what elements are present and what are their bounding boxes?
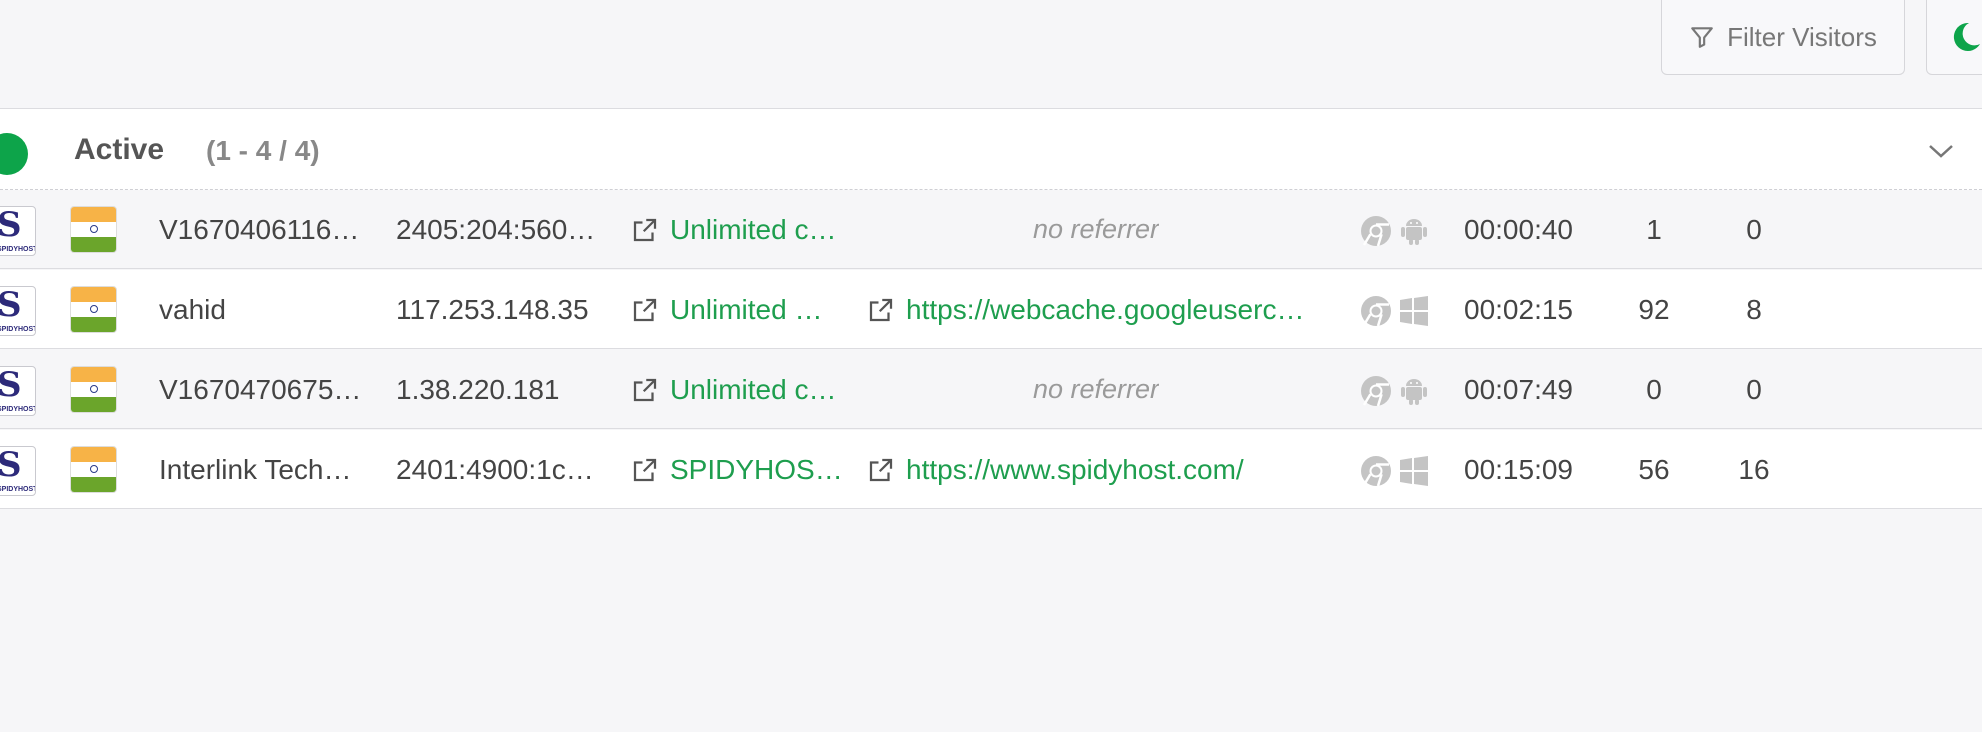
external-link-icon: [633, 298, 657, 321]
action-count: 16: [1738, 453, 1770, 485]
visit-duration: 00:00:40: [1464, 213, 1573, 245]
android-icon: [1401, 219, 1427, 245]
visitor-name: V1670470675…: [159, 373, 362, 405]
visitor-ip: 2401:4900:1c…: [396, 453, 594, 485]
chrome-icon: [1361, 376, 1391, 407]
visitors-page: Filter Visitors Active (1 - 4 / 4) SSPID…: [0, 0, 1982, 732]
site-logo: SSPIDYHOST: [0, 446, 36, 496]
windows-icon: [1400, 296, 1428, 326]
referrer[interactable]: https://www.spidyhost.com/: [866, 430, 1326, 509]
site-logo: SSPIDYHOST: [0, 286, 36, 336]
visit-count: 0: [1646, 373, 1662, 405]
group-title: Active: [74, 133, 165, 166]
visitor-row[interactable]: SSPIDYHOST V1670470675… 1.38.220.181 Unl…: [0, 350, 1982, 429]
visited-site-link[interactable]: Unlimited …: [630, 270, 850, 349]
action-count: 0: [1746, 213, 1762, 245]
visit-count: 92: [1638, 293, 1670, 325]
external-link-icon: [869, 458, 893, 481]
india-flag-icon: [70, 446, 117, 493]
visit-count: 1: [1646, 213, 1662, 245]
windows-icon: [1400, 456, 1428, 486]
visited-site-link[interactable]: Unlimited c…: [630, 350, 850, 429]
india-flag-icon: [70, 366, 117, 413]
visited-site-link[interactable]: Unlimited c…: [630, 190, 850, 269]
external-link-icon: [869, 298, 893, 321]
visitor-name: vahid: [159, 293, 226, 325]
visitor-row[interactable]: SSPIDYHOST Interlink Tech… 2401:4900:1c……: [0, 430, 1982, 509]
india-flag-icon: [70, 206, 117, 253]
chrome-icon: [1361, 216, 1391, 247]
site-logo: SSPIDYHOST: [0, 366, 36, 416]
group-count: (1 - 4 / 4): [206, 135, 320, 166]
visitor-name: V1670406116…: [159, 213, 360, 245]
funnel-icon: [1691, 27, 1713, 48]
android-icon: [1401, 379, 1427, 405]
moon-icon: [1953, 22, 1980, 51]
visit-duration: 00:07:49: [1464, 373, 1573, 405]
referrer[interactable]: https://webcache.googleuserc…: [866, 270, 1326, 349]
visitor-ip: 2405:204:560…: [396, 213, 596, 245]
visit-duration: 00:02:15: [1464, 293, 1573, 325]
visitor-row[interactable]: SSPIDYHOST V1670406116… 2405:204:560… Un…: [0, 190, 1982, 269]
referrer: no referrer: [1032, 374, 1160, 404]
visit-duration: 00:15:09: [1464, 453, 1573, 485]
external-link-icon: [633, 378, 657, 401]
visited-site-link[interactable]: SPIDYHOS…: [630, 430, 850, 509]
toolbar: Filter Visitors: [0, 0, 1982, 109]
active-status-dot: [0, 133, 28, 175]
chrome-icon: [1361, 456, 1391, 487]
active-group-header[interactable]: Active (1 - 4 / 4): [0, 109, 1982, 190]
site-logo: SSPIDYHOST: [0, 206, 36, 256]
action-count: 0: [1746, 373, 1762, 405]
action-count: 8: [1746, 293, 1762, 325]
theme-toggle-button[interactable]: [1926, 0, 1982, 75]
india-flag-icon: [70, 286, 117, 333]
chrome-icon: [1361, 296, 1391, 327]
visitor-name: Interlink Tech…: [159, 453, 352, 485]
filter-visitors-button[interactable]: Filter Visitors: [1661, 0, 1905, 75]
visitor-row[interactable]: SSPIDYHOST vahid 117.253.148.35 Unlimite…: [0, 270, 1982, 349]
filter-visitors-label: Filter Visitors: [1727, 21, 1877, 52]
chevron-down-icon[interactable]: [1928, 143, 1954, 159]
visitor-ip: 1.38.220.181: [396, 373, 560, 405]
referrer: no referrer: [1032, 214, 1160, 244]
visitor-ip: 117.253.148.35: [396, 293, 589, 325]
external-link-icon: [633, 458, 657, 481]
visit-count: 56: [1638, 453, 1670, 485]
external-link-icon: [633, 218, 657, 241]
